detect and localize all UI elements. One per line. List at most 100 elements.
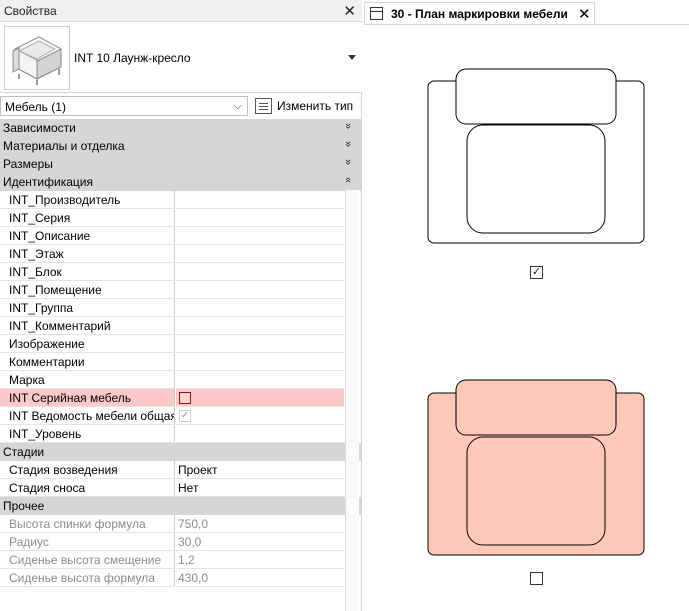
property-row[interactable]: Стадия сноса Нет [0, 479, 362, 497]
category-materials[interactable]: Материалы и отделка » [0, 137, 362, 155]
dropdown-arrow-icon[interactable] [348, 55, 356, 60]
view-tab-label: 30 - План маркировки мебели [391, 7, 568, 21]
property-value[interactable]: 30,0 [176, 533, 344, 551]
property-name: Изображение [0, 335, 175, 353]
category-dimensions[interactable]: Размеры » [0, 155, 362, 173]
chair-top-checkbox[interactable]: ✓ [530, 266, 543, 279]
view-tab[interactable]: 30 - План маркировки мебели ✕ [364, 2, 595, 24]
property-row[interactable]: INT_Комментарий [0, 317, 362, 335]
property-value[interactable] [176, 245, 344, 263]
property-name: Комментарии [0, 353, 175, 371]
property-name: INT_Описание [0, 227, 175, 245]
category-other[interactable]: Прочее « [0, 497, 362, 515]
instance-filter-dropdown[interactable]: Мебель (1) ⌵ [0, 96, 248, 116]
armchair-top[interactable] [427, 68, 645, 244]
property-value[interactable] [176, 263, 344, 281]
category-phasing[interactable]: Стадии « [0, 443, 362, 461]
type-selector[interactable]: INT 10 Лаунж-кресло [0, 23, 362, 93]
property-row[interactable]: INT_Уровень [0, 425, 362, 443]
expand-chevron-icon[interactable]: » [342, 123, 354, 129]
category-label: Стадии [3, 445, 45, 459]
property-value[interactable]: Нет [176, 479, 344, 497]
property-row[interactable]: INT_Производитель [0, 191, 362, 209]
property-row[interactable]: INT_Группа [0, 299, 362, 317]
property-name: Высота спинки формула [0, 515, 175, 533]
chair-bottom-checkbox[interactable] [530, 572, 543, 585]
category-label: Материалы и отделка [3, 139, 125, 153]
property-value[interactable] [176, 191, 344, 209]
property-row[interactable]: Радиус 30,0 [0, 533, 362, 551]
property-name: INT_Уровень [0, 425, 175, 443]
property-checkbox[interactable] [179, 392, 191, 404]
property-row[interactable]: INT_Описание [0, 227, 362, 245]
close-icon[interactable]: ✕ [578, 5, 591, 23]
property-row[interactable]: Стадия возведения Проект [0, 461, 362, 479]
property-name: Сиденье высота смещение [0, 551, 175, 569]
property-value[interactable] [176, 281, 344, 299]
property-row[interactable]: Марка [0, 371, 362, 389]
property-row[interactable]: INT_Этаж [0, 245, 362, 263]
close-icon[interactable]: ✕ [343, 2, 356, 20]
property-name: INT_Блок [0, 263, 175, 281]
property-name: INT_Группа [0, 299, 175, 317]
property-value[interactable] [176, 317, 344, 335]
property-row[interactable]: Изображение [0, 335, 362, 353]
property-value[interactable] [176, 299, 344, 317]
property-value[interactable] [176, 335, 344, 353]
category-identity[interactable]: Идентификация « [0, 173, 362, 191]
property-row[interactable]: INT Серийная мебель [0, 389, 362, 407]
property-row[interactable]: Высота спинки формула 750,0 [0, 515, 362, 533]
property-name: INT_Серия [0, 209, 175, 227]
category-label: Зависимости [3, 121, 76, 135]
property-row[interactable]: INT Ведомость мебели общая ✓ [0, 407, 362, 425]
property-row[interactable]: INT_Помещение [0, 281, 362, 299]
property-row[interactable]: Комментарии [0, 353, 362, 371]
category-label: Прочее [3, 499, 45, 513]
properties-panel: Свойства ✕ INT 10 Лаунж-кресло Мебель (1… [0, 0, 362, 611]
expand-chevron-icon[interactable]: » [342, 141, 354, 147]
property-value[interactable]: 430,0 [176, 569, 344, 587]
category-label: Размеры [3, 157, 53, 171]
property-value[interactable] [176, 371, 344, 389]
property-name: Сиденье высота формула [0, 569, 175, 587]
chevron-down-icon: ⌵ [233, 100, 242, 112]
collapse-chevron-icon[interactable]: « [342, 177, 354, 183]
property-value[interactable] [176, 209, 344, 227]
property-value-text: 430,0 [178, 571, 209, 585]
property-value-text: Проект [178, 463, 218, 477]
property-value[interactable]: 1,2 [176, 551, 344, 569]
edit-type-icon [255, 98, 272, 114]
property-value[interactable]: 750,0 [176, 515, 344, 533]
category-label: Идентификация [3, 175, 93, 189]
property-value-text: 1,2 [178, 553, 195, 567]
floor-plan-icon [370, 7, 383, 20]
drawing-area[interactable]: ✓ [364, 24, 689, 611]
armchair-bottom[interactable] [427, 379, 645, 556]
property-value[interactable] [176, 425, 344, 443]
property-name: Стадия возведения [0, 461, 175, 479]
category-constraints[interactable]: Зависимости » [0, 119, 362, 137]
property-row[interactable]: INT_Серия [0, 209, 362, 227]
property-value[interactable]: Проект [176, 461, 344, 479]
property-value-text: 750,0 [178, 517, 209, 531]
property-row[interactable]: Сиденье высота смещение 1,2 [0, 551, 362, 569]
edit-type-button[interactable]: Изменить тип [253, 95, 360, 117]
property-value[interactable] [176, 353, 344, 371]
property-name: Стадия сноса [0, 479, 175, 497]
property-row[interactable]: Сиденье высота формула 430,0 [0, 569, 362, 587]
property-value[interactable] [176, 389, 344, 407]
property-name: INT Ведомость мебели общая [0, 407, 175, 425]
furniture-plan-drawing [427, 68, 645, 556]
property-value[interactable]: ✓ [176, 407, 344, 425]
edit-type-label: Изменить тип [277, 99, 354, 113]
property-value-text: 30,0 [178, 535, 202, 549]
filter-value: Мебель (1) [5, 100, 66, 114]
property-row[interactable]: INT_Блок [0, 263, 362, 281]
expand-chevron-icon[interactable]: » [342, 159, 354, 165]
property-name: INT_Производитель [0, 191, 175, 209]
property-value[interactable] [176, 227, 344, 245]
property-name: Радиус [0, 533, 175, 551]
properties-title-bar: Свойства ✕ [0, 0, 362, 22]
property-name: INT_Комментарий [0, 317, 175, 335]
properties-scrollbar[interactable] [345, 190, 359, 611]
